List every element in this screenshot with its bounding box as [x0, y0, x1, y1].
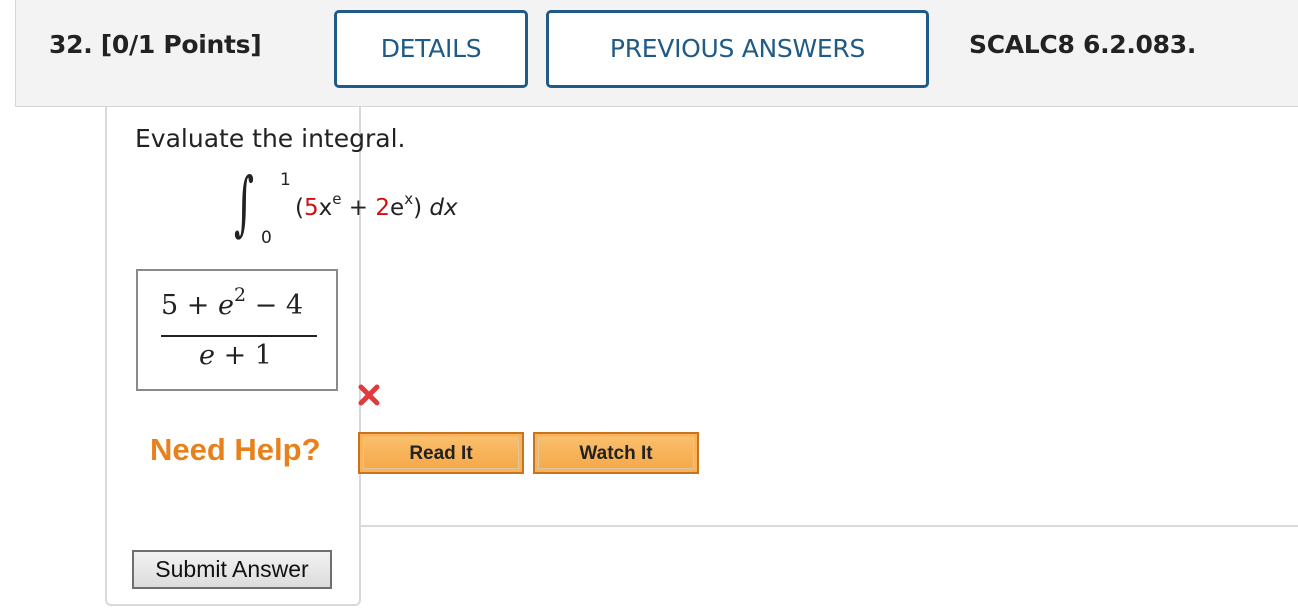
- details-button[interactable]: DETAILS: [334, 10, 528, 88]
- question-header: 32. [0/1 Points] DETAILS PREVIOUS ANSWER…: [15, 0, 1298, 107]
- watch-it-label: Watch It: [538, 437, 694, 469]
- answer-denominator: e + 1: [199, 340, 272, 371]
- fraction-bar: [161, 335, 317, 337]
- numerator-exponent: 2: [233, 284, 247, 306]
- exponent-2: x: [404, 190, 414, 208]
- integrand: (5xe + 2ex) dx: [295, 192, 458, 222]
- read-it-label: Read It: [363, 437, 519, 469]
- question-prompt: Evaluate the integral.: [135, 124, 406, 153]
- close-paren: ): [413, 195, 423, 221]
- coefficient-2: 2: [375, 195, 391, 221]
- denominator-term-b: + 1: [214, 340, 272, 371]
- previous-answers-button[interactable]: PREVIOUS ANSWERS: [546, 10, 929, 88]
- read-it-button[interactable]: Read It: [358, 432, 524, 474]
- source-label: SCALC8 6.2.083.: [969, 30, 1197, 59]
- plus-sign: +: [341, 195, 376, 221]
- submit-answer-button[interactable]: Submit Answer: [132, 550, 332, 589]
- base-2: e: [390, 195, 405, 221]
- numerator-term-b: − 4: [246, 290, 304, 321]
- need-help-label: Need Help?: [150, 432, 321, 467]
- question-page: 32. [0/1 Points] DETAILS PREVIOUS ANSWER…: [0, 0, 1298, 616]
- coefficient-1: 5: [303, 195, 319, 221]
- incorrect-x-icon: [358, 384, 380, 406]
- watch-it-button[interactable]: Watch It: [533, 432, 699, 474]
- variable-1: x: [318, 195, 333, 221]
- open-paren: (: [295, 195, 304, 221]
- answer-numerator: 5 + e2 − 4: [161, 286, 304, 322]
- question-points-label: 32. [0/1 Points]: [49, 30, 262, 59]
- numerator-e: e: [217, 290, 234, 321]
- differential: dx: [422, 195, 458, 221]
- integral-sign-icon: ∫: [234, 162, 255, 244]
- integral-upper-limit: 1: [280, 170, 291, 190]
- integral-lower-limit: 0: [261, 228, 272, 248]
- numerator-term-a: 5 +: [161, 290, 218, 321]
- denominator-e: e: [199, 340, 215, 371]
- body-divider: [359, 525, 1298, 527]
